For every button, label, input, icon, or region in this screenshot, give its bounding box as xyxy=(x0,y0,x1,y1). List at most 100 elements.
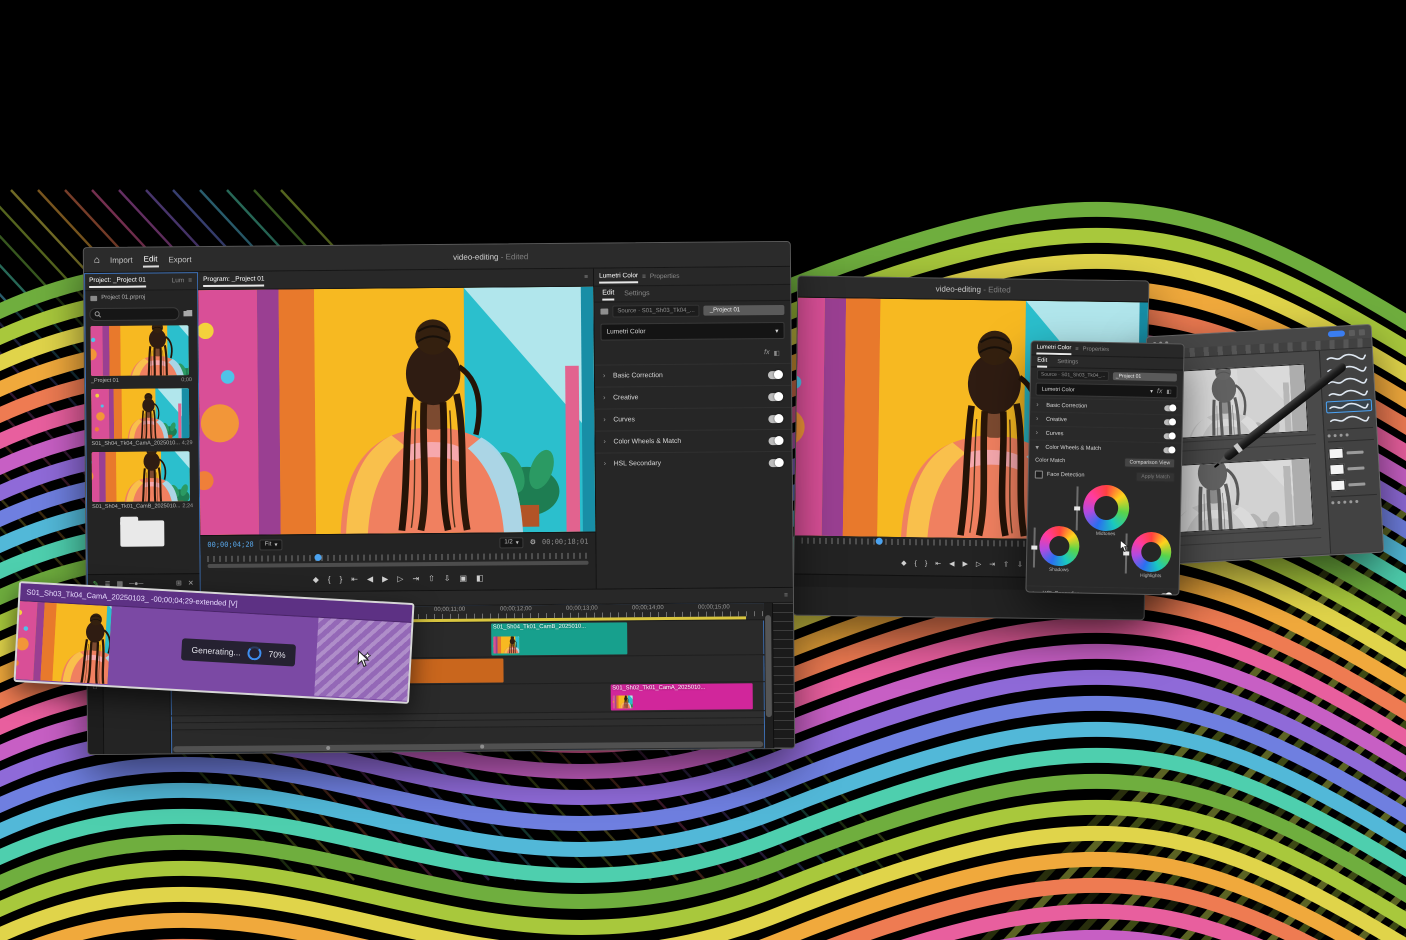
add-marker-icon[interactable]: ◆ xyxy=(313,575,319,584)
delete-icon[interactable]: ✕ xyxy=(188,579,194,587)
tab-edit[interactable]: Edit xyxy=(602,287,614,300)
basic-correction-toggle[interactable] xyxy=(1164,405,1176,411)
playhead-handle[interactable] xyxy=(876,538,883,545)
panel-menu-icon[interactable]: ≡ xyxy=(188,277,192,284)
playback-resolution-dropdown[interactable]: 1/2▾ xyxy=(499,537,523,548)
apply-match-button[interactable]: Apply Match xyxy=(1136,472,1175,483)
tab-overflow[interactable]: Lum xyxy=(172,277,185,284)
tab-settings[interactable]: Settings xyxy=(1057,358,1078,364)
comparison-view-button[interactable]: Comparison View xyxy=(1124,457,1175,468)
go-to-out-icon[interactable]: ⇥ xyxy=(412,574,419,583)
layer-action-icons[interactable] xyxy=(1331,499,1377,505)
brush-preset-selected[interactable] xyxy=(1326,399,1373,414)
step-back-icon[interactable]: ◀ xyxy=(949,560,955,568)
panel-icons[interactable] xyxy=(1328,432,1374,438)
search-input[interactable] xyxy=(89,307,179,321)
comparison-view-icon[interactable]: ◧ xyxy=(476,573,484,582)
color-wheels-toggle[interactable] xyxy=(768,436,783,444)
storyboard-frame-2[interactable] xyxy=(1162,458,1314,534)
step-back-icon[interactable]: ◀ xyxy=(367,574,373,583)
color-wheels-toggle[interactable] xyxy=(1163,447,1175,453)
bin-item[interactable]: S01_Sh04_Tk01_CamB_2025010...2;24 xyxy=(92,451,194,510)
menu-import[interactable]: Import xyxy=(109,253,134,266)
extract-icon[interactable]: ⇩ xyxy=(1017,561,1023,569)
panel-menu-icon[interactable]: ≡ xyxy=(1075,346,1079,352)
step-forward-icon[interactable]: ▷ xyxy=(976,560,982,568)
bin-folder[interactable] xyxy=(120,514,166,548)
section-color-wheels[interactable]: › Color Wheels & Match xyxy=(595,429,791,453)
mark-in-icon[interactable]: { xyxy=(328,574,331,583)
tab-lumetri-color[interactable]: Lumetri Color xyxy=(599,270,638,283)
tab-edit[interactable]: Edit xyxy=(1037,355,1047,367)
target-sequence-chip[interactable]: _Project 01 xyxy=(704,305,785,316)
source-clip-chip[interactable]: Source · S01_Sh03_Tk04_... xyxy=(1037,369,1109,381)
go-to-in-icon[interactable]: ⇤ xyxy=(351,574,358,583)
extract-icon[interactable]: ⇩ xyxy=(444,573,451,582)
layer-row[interactable] xyxy=(1330,476,1377,493)
section-creative[interactable]: › Creative xyxy=(595,385,791,409)
bin-item[interactable]: S01_Sh04_Tk04_CamA_2025010...4;29 xyxy=(91,388,193,447)
play-icon[interactable]: ▶ xyxy=(382,574,388,583)
add-marker-icon[interactable]: ◆ xyxy=(901,559,907,567)
mark-out-icon[interactable]: } xyxy=(925,560,927,567)
panel-menu-icon[interactable]: ≡ xyxy=(584,274,588,281)
midtones-wheel[interactable] xyxy=(1083,485,1130,532)
creative-toggle[interactable] xyxy=(768,392,783,400)
brush-preset[interactable] xyxy=(1326,413,1372,426)
panel-toggle-icon[interactable] xyxy=(1359,329,1365,335)
bin-item[interactable]: _Project 010;00 xyxy=(90,325,192,384)
zoom-slider[interactable]: ─●─ xyxy=(129,580,143,587)
shadows-slider[interactable] xyxy=(1033,528,1036,568)
lift-icon[interactable]: ⇧ xyxy=(1003,560,1009,568)
settings-icon[interactable]: ⚙ xyxy=(530,538,536,546)
tab-program[interactable]: Program: _Project 01 xyxy=(203,274,265,288)
export-frame-icon[interactable]: ▣ xyxy=(459,573,467,582)
lift-icon[interactable]: ⇧ xyxy=(428,574,435,583)
new-bin-icon[interactable] xyxy=(183,309,192,317)
layer-row[interactable] xyxy=(1329,460,1376,477)
lumetri-preset-dropdown[interactable]: Lumetri Color▾ fx ◧ xyxy=(1036,383,1178,399)
project-file-name[interactable]: Project 01.prproj xyxy=(101,295,145,301)
new-bin-icon[interactable]: ⊞ xyxy=(176,579,182,587)
timeline-vertical-scrollbar[interactable] xyxy=(764,603,773,749)
compare-icon[interactable]: ◧ xyxy=(774,349,780,357)
menu-export[interactable]: Export xyxy=(167,253,192,266)
zoom-level-dropdown[interactable]: Fit▾ xyxy=(260,539,283,550)
fx-icon[interactable]: fx xyxy=(764,349,770,356)
hsl-secondary-toggle[interactable] xyxy=(1160,593,1172,596)
play-icon[interactable]: ▶ xyxy=(962,560,968,568)
creative-toggle[interactable] xyxy=(1164,419,1176,425)
panel-menu-icon[interactable]: ≡ xyxy=(784,591,788,598)
tab-lumetri-color[interactable]: Lumetri Color xyxy=(1036,342,1071,355)
playhead-timecode[interactable]: 00;00;04;28 xyxy=(207,541,253,549)
midtones-slider[interactable] xyxy=(1076,486,1079,530)
section-basic-correction[interactable]: › Basic Correction xyxy=(595,363,791,387)
highlights-wheel[interactable] xyxy=(1131,532,1172,573)
section-curves[interactable]: › Curves xyxy=(595,407,791,431)
fx-icon[interactable]: fx xyxy=(1157,388,1163,395)
hsl-secondary-toggle[interactable] xyxy=(769,458,784,466)
panel-menu-icon[interactable]: ≡ xyxy=(642,273,646,280)
tab-project[interactable]: Project: _Project 01 xyxy=(89,275,146,288)
panel-toggle-icon[interactable] xyxy=(1349,329,1355,335)
curves-toggle[interactable] xyxy=(768,414,783,422)
section-hsl-secondary[interactable]: › HSL Secondary xyxy=(596,451,792,475)
brush-preset[interactable] xyxy=(1325,387,1371,400)
compare-icon[interactable]: ◧ xyxy=(1166,389,1171,395)
go-to-in-icon[interactable]: ⇤ xyxy=(935,560,941,568)
playhead-handle[interactable] xyxy=(314,554,321,561)
mark-out-icon[interactable]: } xyxy=(340,574,343,583)
timeline-clip-teal[interactable]: S01_Sh04_Tk01_CamB_2025010... xyxy=(491,622,628,655)
tab-settings[interactable]: Settings xyxy=(624,290,649,297)
tab-properties[interactable]: Properties xyxy=(1083,346,1110,353)
home-icon[interactable]: ⌂ xyxy=(94,254,100,265)
mark-in-icon[interactable]: { xyxy=(915,560,917,567)
lumetri-preset-dropdown[interactable]: Lumetri Color▾ xyxy=(600,322,784,341)
timeline-clip-magenta[interactable]: S01_Sh02_Tk01_CamA_2025010... xyxy=(610,683,753,710)
curves-toggle[interactable] xyxy=(1164,433,1176,439)
layer-row[interactable] xyxy=(1328,444,1375,461)
shadows-wheel[interactable] xyxy=(1039,526,1080,567)
source-clip-chip[interactable]: Source · S01_Sh03_Tk04_... xyxy=(612,305,699,318)
face-detection-checkbox[interactable] xyxy=(1035,471,1043,479)
primary-action-button[interactable] xyxy=(1328,330,1345,337)
